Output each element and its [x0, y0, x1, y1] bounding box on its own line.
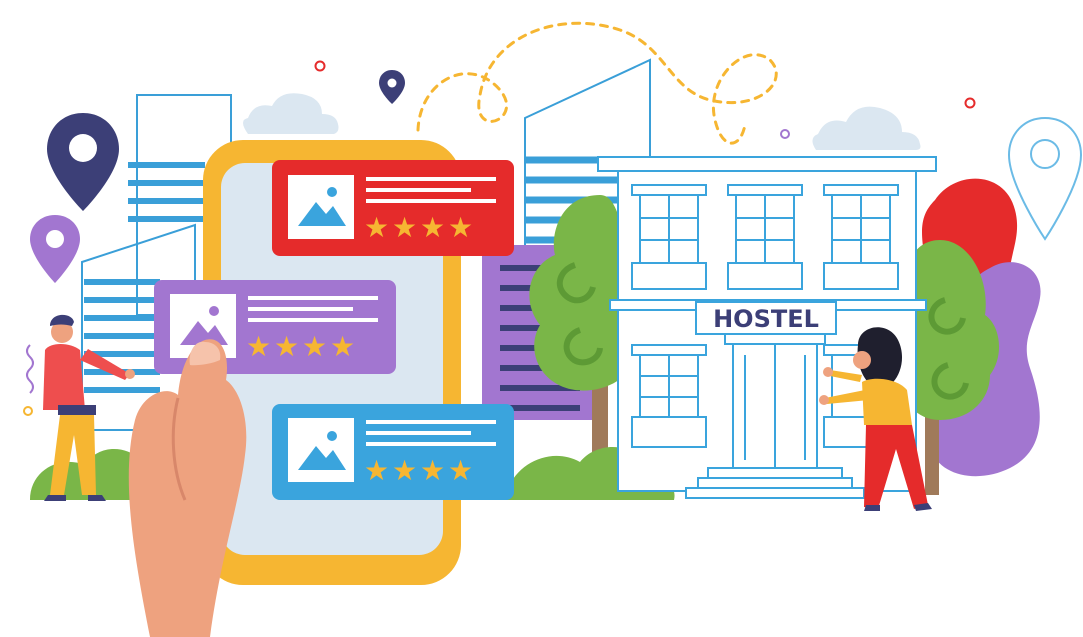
star-icon: ★ [448, 211, 473, 244]
hostel-sign-text: HOSTEL [713, 305, 819, 333]
decor-circle [23, 406, 33, 416]
star-icon: ★ [392, 454, 417, 487]
star-icon: ★ [302, 330, 327, 363]
review-text-line [366, 177, 496, 181]
star-icon: ★ [420, 454, 445, 487]
image-thumbnail [288, 418, 354, 482]
location-pin-outline-icon [1007, 116, 1083, 241]
star-icon: ★ [246, 330, 271, 363]
review-text-line [366, 431, 471, 435]
review-card[interactable]: ★ ★ ★ ★ [272, 404, 514, 500]
cloud-shape [812, 106, 921, 150]
review-text-line [248, 296, 378, 300]
location-pin-icon [30, 215, 80, 283]
decor-circle [314, 60, 326, 72]
review-text-line [248, 307, 353, 311]
review-text-line [366, 199, 496, 203]
star-icon: ★ [274, 330, 299, 363]
cloud-shape [243, 93, 339, 134]
star-icon: ★ [392, 211, 417, 244]
dashed-map-trail [416, 21, 778, 145]
star-icon: ★ [364, 211, 389, 244]
location-pin-icon [379, 70, 405, 104]
decor-circle [964, 97, 976, 109]
hand [128, 339, 247, 637]
decor-squiggle [26, 344, 34, 394]
hostel-sign: HOSTEL [695, 301, 837, 335]
star-icon: ★ [330, 330, 355, 363]
review-text-line [366, 188, 471, 192]
star-icon: ★ [448, 454, 473, 487]
review-text-line [366, 442, 496, 446]
location-pin-icon [47, 113, 119, 211]
star-icon: ★ [364, 454, 389, 487]
review-text-line [248, 318, 378, 322]
review-card[interactable]: ★ ★ ★ ★ [272, 160, 514, 256]
decor-circle [780, 129, 790, 139]
star-icon: ★ [420, 211, 445, 244]
review-text-line [366, 420, 496, 424]
hostel-reviews-illustration: HOSTEL ★ ★ ★ ★ ★ ★ ★ ★ ★ ★ ★ ★ [23, 21, 1083, 637]
image-thumbnail [288, 175, 354, 239]
